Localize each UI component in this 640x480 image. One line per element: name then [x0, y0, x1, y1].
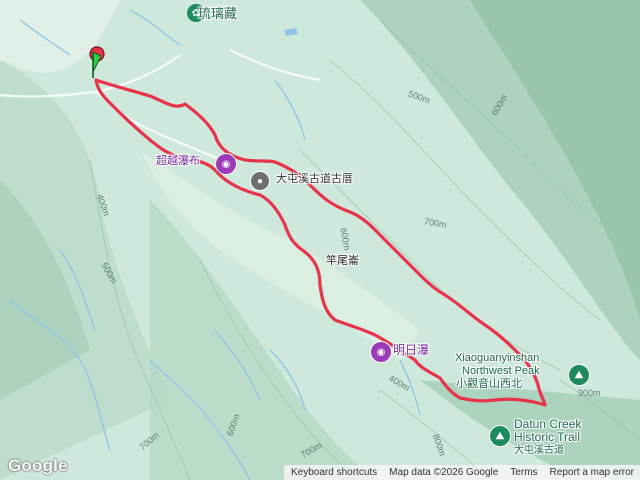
poi-label-waterfall-2[interactable]: 明日瀑: [393, 343, 429, 358]
poi-label-historic-zh[interactable]: 大屯溪古道: [514, 445, 564, 457]
camera-poi-icon[interactable]: ◉: [215, 153, 237, 175]
contour-label: 900m: [578, 388, 601, 398]
poi-label-peak-en-1[interactable]: Xiaoguanyinshan: [455, 352, 539, 365]
map-data-attribution: Map data ©2026 Google: [389, 467, 499, 478]
poi-label-peak: 竿尾崙: [326, 255, 359, 267]
keyboard-shortcuts-link[interactable]: Keyboard shortcuts: [291, 467, 377, 478]
report-map-error-link[interactable]: Report a map error: [550, 467, 634, 478]
poi-label-historic-en-2[interactable]: Historic Trail: [514, 430, 580, 445]
poi-label-liuli[interactable]: 琉璃藏: [198, 6, 237, 22]
trail-poi-icon[interactable]: ⛰: [489, 425, 511, 447]
poi-label-waterfall-1[interactable]: 超越瀑布: [156, 155, 200, 168]
poi-label-peak-zh[interactable]: 小觀音山西北: [456, 378, 522, 391]
location-circle-icon[interactable]: ●: [250, 171, 270, 191]
map-canvas[interactable]: [0, 0, 640, 480]
google-logo: Google: [8, 456, 68, 475]
poi-label-trail-house[interactable]: 大屯溪古道古厝: [276, 173, 353, 186]
trail-poi-icon[interactable]: ⛰: [568, 364, 590, 386]
camera-poi-icon[interactable]: ◉: [370, 341, 392, 363]
terms-link[interactable]: Terms: [510, 467, 537, 478]
poi-label-peak-en-2[interactable]: Northwest Peak: [462, 365, 540, 378]
map-footer: Keyboard shortcuts Map data ©2026 Google…: [284, 465, 640, 480]
